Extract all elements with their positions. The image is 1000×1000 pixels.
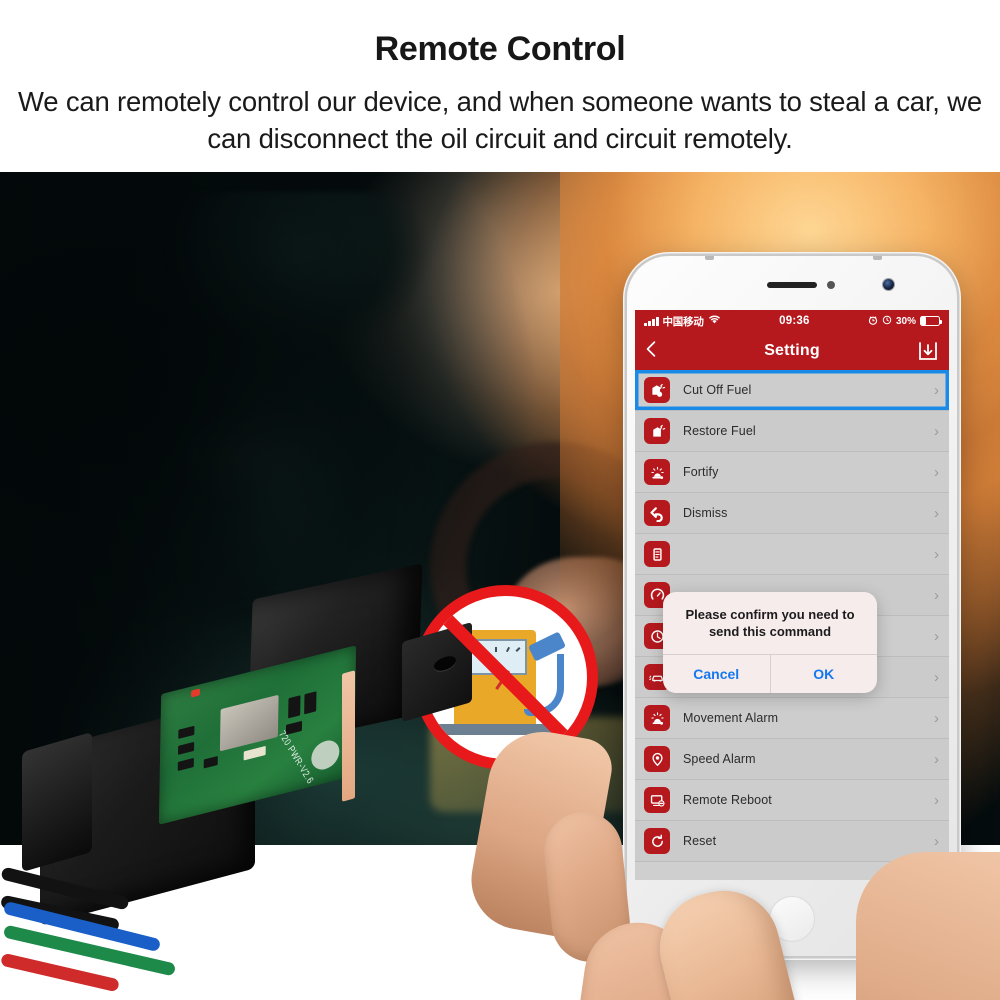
status-bar: 中国移动 09:36 30% [635,310,949,332]
smartphone: 中国移动 09:36 30% Setting Cut Off Fuel › Re… [627,256,957,956]
confirm-dialog: Please confirm you need to send this com… [663,592,878,694]
list-item-remote-reboot[interactable]: Remote Reboot › [635,780,949,821]
rotation-lock-icon [882,315,892,328]
alarm-clock-icon [868,315,878,328]
carrier-label: 中国移动 [662,315,704,328]
document-icon [644,541,670,567]
wifi-icon [708,315,721,328]
dialog-message: Please confirm you need to send this com… [685,607,855,640]
undo-arrow-icon [644,500,670,526]
proximity-sensor-icon [827,281,835,289]
list-item-label: Cut Off Fuel [683,383,752,397]
chevron-right-icon: › [934,709,939,727]
list-item-label: Remote Reboot [683,793,772,807]
list-item-label: Speed Alarm [683,752,756,766]
back-button[interactable] [645,340,671,362]
page-subtitle: We can remotely control our device, and … [18,85,982,155]
nav-title: Setting [764,342,820,359]
chevron-right-icon: › [934,422,939,440]
chevron-right-icon: › [934,381,939,399]
pcb-stamp [311,737,340,773]
fuel-cut-icon [644,377,670,403]
reset-icon [644,828,670,854]
download-icon[interactable] [917,340,939,362]
alarm-bell-icon [644,705,670,731]
chevron-right-icon: › [934,586,939,604]
list-item-hidden-1[interactable]: › [635,534,949,575]
list-item-label: Reset [683,834,717,848]
pcb-edge-strip [342,670,355,802]
list-item-movement-alarm[interactable]: Movement Alarm › [635,698,949,739]
list-item-cut-off-fuel[interactable]: Cut Off Fuel › [635,370,949,411]
tracker-pcb: 720 PWR-V2.6 [158,645,357,825]
chevron-right-icon: › [934,504,939,522]
list-item-dismiss[interactable]: Dismiss › [635,493,949,534]
phone-top-bezel [627,256,957,310]
ok-button[interactable]: OK [769,655,878,694]
battery-percent-label: 30% [895,315,916,327]
status-bar-time: 09:36 [779,315,810,327]
relay-socket-face [22,731,92,873]
hooded-thief-silhouette [118,192,448,622]
signal-bars-icon [644,316,659,326]
sim-card-slot [219,694,279,752]
header-banner: Remote Control We can remotely control o… [0,0,1000,172]
pcb-marking: 720 PWR-V2.6 [277,728,316,787]
list-item-speed-alarm[interactable]: Speed Alarm › [635,739,949,780]
fuel-restore-icon [644,418,670,444]
chevron-right-icon: › [934,791,939,809]
list-item-label: Fortify [683,465,719,479]
list-item-reset[interactable]: Reset › [635,821,949,862]
pcb-led [190,688,201,698]
list-item-restore-fuel[interactable]: Restore Fuel › [635,411,949,452]
app-nav-bar: Setting [635,332,949,370]
monitor-reboot-icon [644,787,670,813]
front-camera-icon [883,279,894,290]
earpiece-speaker-icon [767,282,817,288]
list-item-label: Restore Fuel [683,424,756,438]
phone-bottom-bezel [627,880,957,956]
chevron-right-icon: › [934,750,939,768]
page-title: Remote Control [374,30,626,68]
chevron-right-icon: › [934,627,939,645]
phone-screen: 中国移动 09:36 30% Setting Cut Off Fuel › Re… [635,310,949,880]
location-pin-icon [644,746,670,772]
chevron-right-icon: › [934,668,939,686]
cancel-button[interactable]: Cancel [663,655,770,693]
list-item-label: Movement Alarm [683,711,779,725]
list-item-fortify[interactable]: Fortify › [635,452,949,493]
siren-icon [644,459,670,485]
battery-icon [920,316,943,326]
dialog-actions: Cancel OK [663,654,878,694]
gps-relay-tracker: 720 PWR-V2.6 [0,563,480,1000]
photo-stage: 720 PWR-V2.6 中国移动 09:36 30% Setting Cut … [0,172,1000,1000]
chevron-right-icon: › [934,832,939,850]
list-item-label: Dismiss [683,506,728,520]
chevron-right-icon: › [934,463,939,481]
home-button[interactable] [769,896,815,942]
chevron-right-icon: › [934,545,939,563]
